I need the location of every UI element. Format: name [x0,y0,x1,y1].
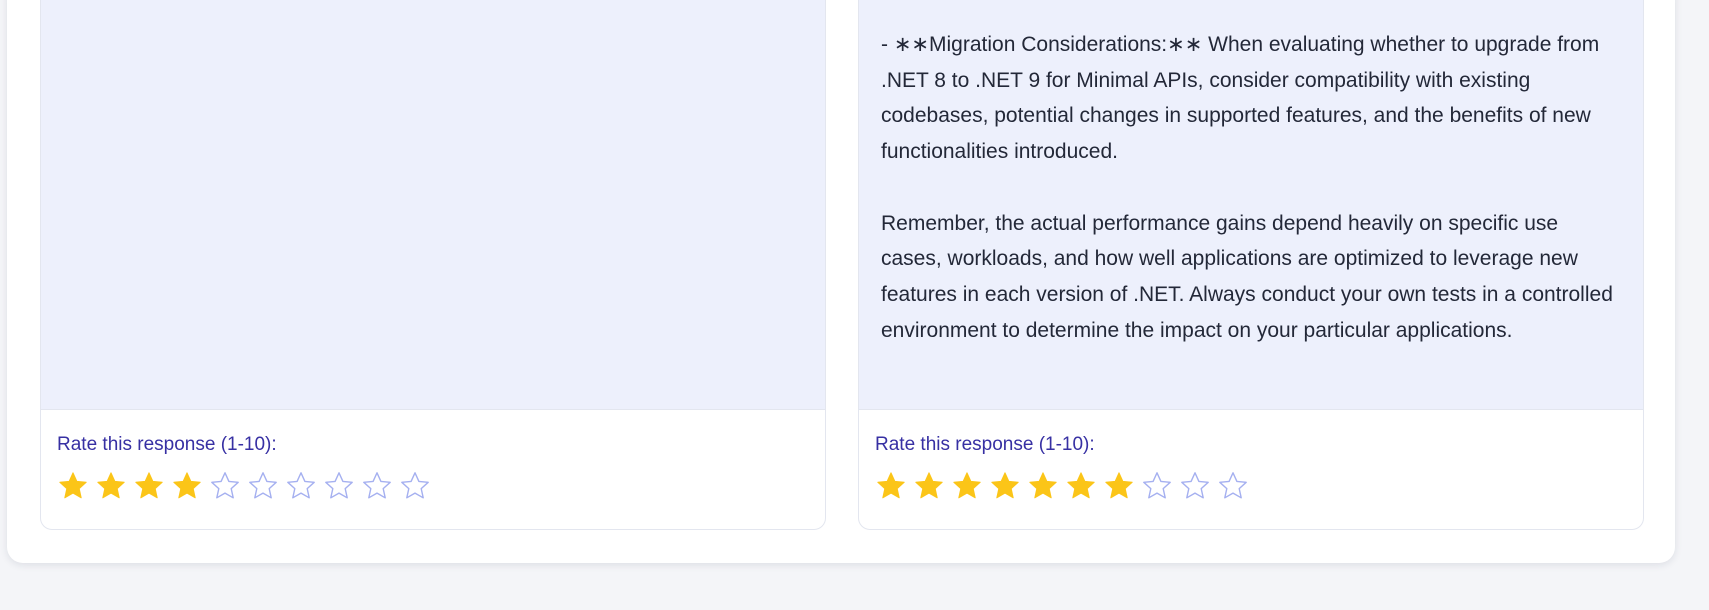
response-text: - ∗∗Migration Considerations:∗∗ When eva… [881,27,1621,384]
star-icon[interactable] [951,470,983,502]
response-panel-left: Rate this response (1-10): [40,0,826,530]
star-icon[interactable] [989,470,1021,502]
star-icon[interactable] [1027,470,1059,502]
rating-label: Rate this response (1-10): [57,434,277,455]
star-icon[interactable] [399,470,431,502]
response-content-left [41,0,825,410]
star-icon[interactable] [171,470,203,502]
star-icon[interactable] [1179,470,1211,502]
star-icon[interactable] [1217,470,1249,502]
star-icon[interactable] [133,470,165,502]
star-icon[interactable] [209,470,241,502]
rating-section-left: Rate this response (1-10): [41,410,825,529]
response-paragraph: Remember, the actual performance gains d… [881,211,1613,342]
response-panel-right: - ∗∗Migration Considerations:∗∗ When eva… [858,0,1644,530]
rating-section-right: Rate this response (1-10): [859,410,1643,529]
star-icon[interactable] [323,470,355,502]
response-content-right: - ∗∗Migration Considerations:∗∗ When eva… [859,0,1643,410]
star-icon[interactable] [247,470,279,502]
response-paragraph: - ∗∗Migration Considerations:∗∗ When eva… [881,33,1600,164]
star-icon[interactable] [95,470,127,502]
star-icon[interactable] [875,470,907,502]
rating-label: Rate this response (1-10): [875,434,1095,455]
star-icon[interactable] [1103,470,1135,502]
star-rating-left [57,470,431,502]
star-icon[interactable] [57,470,89,502]
star-icon[interactable] [1065,470,1097,502]
star-icon[interactable] [361,470,393,502]
star-icon[interactable] [913,470,945,502]
star-rating-right [875,470,1249,502]
star-icon[interactable] [285,470,317,502]
star-icon[interactable] [1141,470,1173,502]
